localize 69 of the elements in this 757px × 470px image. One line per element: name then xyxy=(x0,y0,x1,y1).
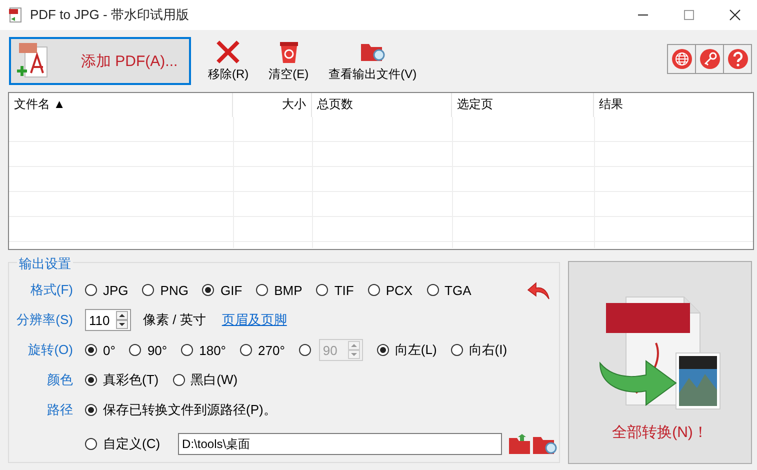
remove-button[interactable]: 移除(R) xyxy=(205,36,252,86)
cross-icon xyxy=(215,40,242,64)
key-icon xyxy=(698,48,720,70)
radio-button[interactable] xyxy=(316,284,328,296)
option-label[interactable]: 真彩色(T) xyxy=(103,371,159,389)
radio-button[interactable] xyxy=(202,284,214,296)
header-footer-link[interactable]: 页眉及页脚 xyxy=(222,311,287,329)
convert-all-button[interactable]: 全部转换(N)！ xyxy=(568,261,752,464)
path-label: 路径 xyxy=(46,401,73,419)
unit-label: 像素 / 英寸 xyxy=(143,311,206,329)
rotation-label: 旋转(O) xyxy=(27,341,73,359)
option-label[interactable]: TIF xyxy=(334,282,354,298)
radio-button[interactable] xyxy=(240,344,252,356)
option-label[interactable]: 90° xyxy=(147,342,168,358)
radio-button[interactable] xyxy=(85,284,97,296)
folder-add-icon[interactable] xyxy=(508,433,532,455)
group-title: 输出设置 xyxy=(17,255,73,273)
window-title: PDF to JPG - 带水印试用版 xyxy=(30,6,189,24)
option-label[interactable]: PCX xyxy=(386,282,413,298)
column-header[interactable]: 选定页 xyxy=(452,93,594,117)
option-label[interactable]: 黑白(W) xyxy=(190,371,238,389)
option-label[interactable]: 自定义(C) xyxy=(103,435,160,453)
radio-button[interactable] xyxy=(85,438,97,450)
format-label: 格式(F) xyxy=(29,281,73,299)
help-button[interactable] xyxy=(723,44,752,74)
app-icon xyxy=(8,7,24,23)
undo-arrow-icon[interactable] xyxy=(527,279,551,301)
column-header[interactable]: 文件名 ▲ xyxy=(9,93,233,117)
resolution-label: 分辨率(S) xyxy=(16,311,73,329)
radio-button[interactable] xyxy=(376,344,389,356)
spin-arrows-icon[interactable] xyxy=(116,311,128,329)
radio-button[interactable] xyxy=(85,404,97,416)
option-label[interactable]: 0° xyxy=(103,342,116,358)
radio-button[interactable] xyxy=(368,284,380,296)
column-header[interactable]: 结果 xyxy=(594,93,753,117)
column-header[interactable]: 总页数 xyxy=(312,93,452,117)
globe-icon xyxy=(670,48,692,70)
close-icon[interactable] xyxy=(729,9,741,21)
maximize-icon[interactable] xyxy=(683,9,695,21)
option-label[interactable]: 180° xyxy=(199,342,226,358)
trash-icon xyxy=(278,40,300,64)
option-label[interactable]: JPG xyxy=(103,282,128,298)
radio-button[interactable] xyxy=(450,344,463,356)
option-label[interactable]: TGA xyxy=(444,282,472,298)
radio-button[interactable] xyxy=(142,284,154,296)
color-label: 颜色 xyxy=(46,371,73,389)
path-field[interactable]: D:\tools\桌面 xyxy=(178,433,502,455)
key-button[interactable] xyxy=(695,44,724,74)
option-label[interactable]: GIF xyxy=(220,282,242,298)
radio-button[interactable] xyxy=(181,344,194,356)
option-label[interactable]: BMP xyxy=(274,282,302,298)
radio-button[interactable] xyxy=(85,344,97,356)
radio-button[interactable] xyxy=(129,344,142,356)
web-button[interactable] xyxy=(667,44,696,74)
add-pdf-button[interactable]: 添加 PDF(A)... xyxy=(9,37,191,85)
view-button[interactable]: 查看输出文件(V) xyxy=(326,36,420,86)
radio-button[interactable] xyxy=(256,284,268,296)
option-label[interactable]: 270° xyxy=(258,342,285,358)
option-label[interactable]: PNG xyxy=(160,282,188,298)
radio-button[interactable] xyxy=(426,284,439,296)
clear-button[interactable]: 清空(E) xyxy=(266,36,312,86)
option-label[interactable]: 向右(I) xyxy=(468,341,508,359)
option-label[interactable]: 保存已转换文件到源路径(P)。 xyxy=(103,401,276,419)
column-header[interactable]: 大小 xyxy=(233,93,312,117)
radio-button[interactable] xyxy=(172,374,185,386)
radio-button[interactable] xyxy=(85,374,97,386)
help-icon xyxy=(726,48,748,70)
option-label[interactable]: 向左(L) xyxy=(394,341,437,359)
resolution-spinner[interactable]: 110 xyxy=(85,309,131,331)
